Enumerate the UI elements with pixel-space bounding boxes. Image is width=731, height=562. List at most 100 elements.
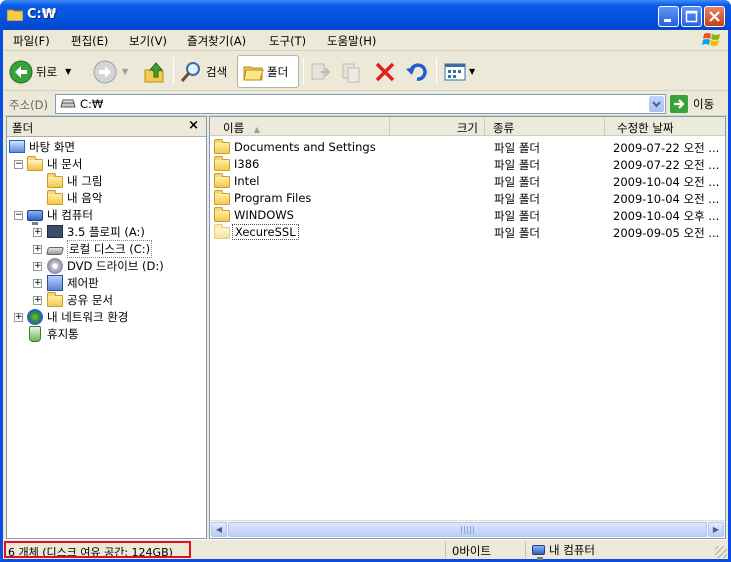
folder-open-icon (27, 155, 43, 171)
folder-icon (7, 9, 23, 21)
chevron-down-icon (652, 101, 661, 108)
go-arrow-icon (670, 95, 688, 113)
back-dropdown-icon[interactable]: ▼ (65, 67, 71, 76)
status-object-count: 6 개체 (디스크 여유 공간: 124GB) (4, 541, 191, 558)
views-icon (444, 63, 466, 80)
delete-x-icon (375, 62, 395, 81)
file-name: Program Files (234, 190, 312, 205)
windows-logo-icon (702, 33, 720, 46)
column-name[interactable]: 이름 ▲ (210, 117, 390, 136)
tree-item-recycle-bin[interactable]: 휴지통 (27, 325, 79, 342)
file-modified: 2009-07-22 오전 ... (613, 141, 720, 155)
tree-item-network[interactable]: 내 네트워크 환경 (27, 308, 128, 325)
delete-button[interactable] (373, 55, 397, 88)
tree-item-desktop[interactable]: 바탕 화면 (9, 138, 75, 155)
file-name: Intel (234, 173, 260, 188)
column-name-label: 이름 (223, 121, 245, 135)
scrollbar-thumb[interactable] (228, 522, 707, 537)
tree-item-shared-docs[interactable]: 공유 문서 (47, 291, 113, 308)
folder-icon (214, 189, 230, 205)
expand-icon[interactable]: + (33, 262, 42, 271)
status-size: 0바이트 (445, 541, 525, 558)
title-bar[interactable]: C:₩ (0, 0, 731, 30)
folders-icon (243, 66, 264, 80)
grip-icon (461, 526, 475, 534)
list-item[interactable]: WINDOWS 파일 폴더 2009-10-04 오후 ... (210, 206, 725, 223)
status-bar: 6 개체 (디스크 여유 공간: 124GB) 0바이트 내 컴퓨터 (3, 539, 728, 560)
maximize-icon (685, 10, 698, 23)
maximize-button[interactable] (681, 6, 702, 27)
menu-tools[interactable]: 도구(T) (269, 33, 306, 49)
back-button[interactable]: 뒤로 ▼ (9, 55, 71, 88)
up-folder-button[interactable] (142, 55, 166, 88)
close-button[interactable] (704, 6, 725, 27)
copy-to-button[interactable] (340, 55, 364, 88)
expand-icon[interactable]: + (33, 296, 42, 305)
menu-file[interactable]: 파일(F) (13, 33, 50, 49)
tree-item-my-pictures[interactable]: 내 그림 (47, 172, 102, 189)
move-to-button[interactable] (309, 55, 333, 88)
tree-label: 제어판 (67, 275, 99, 290)
resize-grip-icon[interactable] (715, 546, 727, 558)
list-item[interactable]: I386 파일 폴더 2009-07-22 오전 ... (210, 155, 725, 172)
expand-icon[interactable]: + (33, 228, 42, 237)
window-client: 파일(F) 편집(E) 보기(V) 즐겨찾기(A) 도구(T) 도움말(H) 뒤… (3, 30, 728, 560)
column-type[interactable]: 종류 (485, 117, 605, 136)
back-arrow-icon (9, 60, 33, 83)
file-modified: 2009-10-04 오후 ... (613, 209, 720, 223)
computer-icon (27, 209, 43, 225)
tree-label: DVD 드라이브 (D:) (67, 258, 164, 273)
undo-button[interactable] (405, 55, 429, 88)
folders-toggle-button[interactable]: 폴더 (237, 55, 299, 88)
tree-item-floppy[interactable]: 3.5 플로피 (A:) (47, 223, 145, 240)
list-header: 이름 ▲ 크기 종류 수정한 날짜 (210, 117, 725, 136)
tree-item-my-music[interactable]: 내 음악 (47, 189, 102, 206)
list-item[interactable]: Intel 파일 폴더 2009-10-04 오전 ... (210, 172, 725, 189)
file-name: Documents and Settings (234, 139, 376, 154)
forward-dropdown-icon[interactable]: ▼ (122, 67, 128, 76)
forward-button[interactable]: ▼ (93, 55, 128, 88)
views-button[interactable]: ▼ (443, 55, 475, 88)
tree-label: 내 그림 (67, 173, 103, 188)
column-modified[interactable]: 수정한 날짜 (605, 117, 725, 136)
views-dropdown-icon[interactable]: ▼ (469, 67, 475, 76)
menu-favorites[interactable]: 즐겨찾기(A) (187, 33, 246, 49)
tree-label: 내 문서 (47, 156, 83, 171)
forward-arrow-icon (93, 60, 117, 83)
expand-icon[interactable]: + (33, 245, 42, 254)
menu-edit[interactable]: 편집(E) (71, 33, 108, 49)
address-dropdown-button[interactable] (649, 96, 664, 112)
list-item[interactable]: Program Files 파일 폴더 2009-10-04 오전 ... (210, 189, 725, 206)
go-button[interactable]: 이동 (670, 94, 714, 114)
tree-item-my-documents[interactable]: 내 문서 (27, 155, 82, 172)
toolbar-separator (173, 58, 174, 85)
folder-icon (214, 155, 230, 171)
tree-label: 공유 문서 (67, 292, 113, 307)
pane-close-icon[interactable]: × (188, 118, 199, 133)
tree-item-dvd[interactable]: DVD 드라이브 (D:) (47, 257, 164, 274)
tree-item-control-panel[interactable]: 제어판 (47, 274, 99, 291)
menu-help[interactable]: 도움말(H) (327, 33, 376, 49)
search-button[interactable]: 검색 (179, 55, 227, 88)
expand-icon[interactable]: + (33, 279, 42, 288)
minimize-button[interactable] (658, 6, 679, 27)
column-size[interactable]: 크기 (390, 117, 485, 136)
tree-item-local-disk[interactable]: 로컬 디스크 (C:) (45, 239, 153, 258)
scroll-right-icon[interactable]: ▶ (708, 522, 724, 537)
dvd-drive-icon (47, 257, 63, 274)
menu-view[interactable]: 보기(V) (129, 33, 167, 49)
collapse-icon[interactable]: − (14, 160, 23, 169)
scroll-left-icon[interactable]: ◀ (211, 522, 227, 537)
desktop-icon (9, 140, 25, 153)
floppy-icon (47, 225, 63, 238)
collapse-icon[interactable]: − (14, 211, 23, 220)
folder-icon (214, 172, 230, 188)
address-input[interactable]: C:₩ (55, 94, 666, 114)
expand-icon[interactable]: + (14, 313, 23, 322)
file-type: 파일 폴더 (494, 141, 540, 155)
list-item[interactable]: Documents and Settings 파일 폴더 2009-07-22 … (210, 138, 725, 155)
file-modified: 2009-09-05 오전 ... (613, 226, 720, 240)
horizontal-scrollbar[interactable]: ◀ ▶ (210, 520, 725, 537)
tree-item-my-computer[interactable]: 내 컴퓨터 (27, 206, 93, 225)
list-item-focused[interactable]: XecureSSL 파일 폴더 2009-09-05 오전 ... (210, 223, 725, 240)
